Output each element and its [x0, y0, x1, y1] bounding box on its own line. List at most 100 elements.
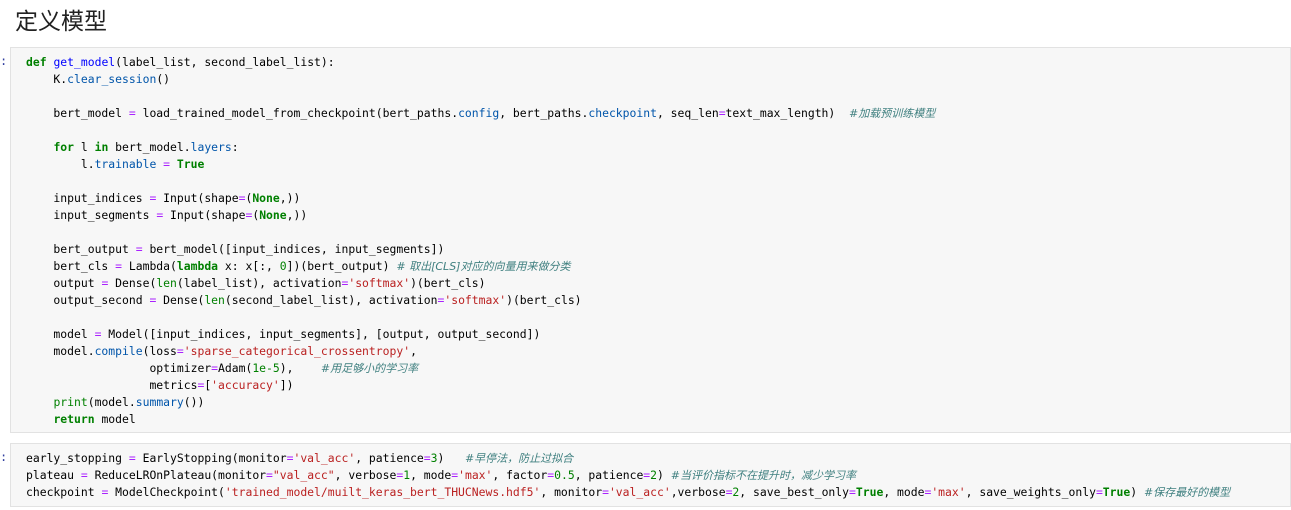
code-token: , patience [574, 468, 644, 482]
code-token: get_model [53, 55, 116, 69]
code-token: , save_best_only [739, 485, 850, 499]
code-token: ,verbose [670, 485, 726, 499]
code-token: optimizer [26, 361, 212, 375]
code-line: output = Dense(len(label_list), activati… [26, 275, 935, 292]
code-token: 1e-5 [252, 361, 280, 375]
code-token: #当评价指标不在提升时，减少学习率 [670, 469, 856, 482]
code-editor[interactable]: def get_model(label_list, second_label_l… [26, 54, 935, 428]
code-token: (loss [142, 344, 177, 358]
cell-prompt: : [0, 450, 8, 464]
code-token: text_max_length) [725, 106, 849, 120]
code-line: print(model.summary()) [26, 394, 935, 411]
code-line: input_segments = Input(shape=(None,)) [26, 207, 935, 224]
code-token: x: x[:, [218, 259, 280, 273]
code-token: = [849, 485, 856, 499]
code-line: metrics=['accuracy']) [26, 377, 935, 394]
code-token: #用足够小的学习率 [320, 362, 419, 375]
code-token: model [26, 327, 95, 341]
code-token: ) [437, 451, 465, 465]
code-token: 'softmax' [348, 276, 411, 290]
code-token: bert_model([input_indices, input_segment… [142, 242, 445, 256]
code-token: ), [279, 361, 321, 375]
code-token: 'val_acc' [293, 451, 356, 465]
code-token: #早停法，防止过拟合 [464, 452, 574, 465]
code-line: optimizer=Adam(1e-5), #用足够小的学习率 [26, 360, 935, 377]
code-token: )(bert_cls) [506, 293, 582, 307]
code-token: model [94, 412, 136, 426]
code-line: early_stopping = EarlyStopping(monitor='… [26, 450, 1230, 467]
code-token: trainable [94, 157, 157, 171]
code-token: = [718, 106, 726, 120]
code-token: (second_label_list), activation [224, 293, 438, 307]
code-token: = [1095, 485, 1103, 499]
code-token: = [115, 259, 123, 273]
code-line: model.compile(loss='sparse_categorical_c… [26, 343, 935, 360]
code-token: model. [26, 344, 95, 358]
code-token: #加载预训练模型 [849, 107, 936, 120]
code-token: = [266, 468, 273, 482]
code-editor[interactable]: early_stopping = EarlyStopping(monitor='… [26, 450, 1230, 501]
code-token: , patience [355, 451, 424, 465]
code-token: = [80, 468, 88, 482]
code-line: bert_model = load_trained_model_from_che… [26, 105, 935, 122]
code-token: config [458, 106, 500, 120]
code-cell-define-model[interactable]: def get_model(label_list, second_label_l… [10, 47, 1291, 433]
code-token: = [163, 157, 171, 171]
code-token: ModelCheckpoint( [108, 485, 225, 499]
code-token: 0 [279, 259, 287, 273]
code-token: (label_list), activation [176, 276, 342, 290]
code-token: len [204, 293, 225, 307]
code-token: Dense( [108, 276, 157, 290]
code-cell-callbacks[interactable]: early_stopping = EarlyStopping(monitor='… [10, 443, 1291, 507]
code-token: layers [190, 140, 232, 154]
code-token: = [423, 451, 431, 465]
code-token: Adam( [218, 361, 253, 375]
code-token: (label_list, second_label_list): [115, 55, 335, 69]
code-token: , mode [883, 485, 925, 499]
code-token: Dense( [156, 293, 205, 307]
code-token: lambda [176, 259, 219, 273]
code-token: ]) [279, 378, 294, 392]
code-token: l [74, 140, 95, 154]
code-line: for l in bert_model.layers: [26, 139, 935, 156]
code-token: True [1102, 485, 1131, 499]
cell-prompt: : [0, 54, 8, 68]
code-token: 2 [650, 468, 658, 482]
code-token: ,)) [279, 191, 301, 205]
code-token: (model. [87, 395, 136, 409]
code-token: = [602, 485, 609, 499]
code-token: True [176, 157, 205, 171]
code-token: ,)) [286, 208, 308, 222]
code-token: load_trained_model_from_checkpoint(bert_… [135, 106, 459, 120]
code-line: output_second = Dense(len(second_label_l… [26, 292, 935, 309]
code-line: checkpoint = ModelCheckpoint('trained_mo… [26, 484, 1230, 501]
code-token: "val_acc" [272, 468, 335, 482]
code-token: = [211, 361, 219, 375]
code-token: )(bert_cls) [410, 276, 486, 290]
code-line: bert_cls = Lambda(lambda x: x[:, 0])(ber… [26, 258, 935, 275]
code-token: ) [657, 468, 671, 482]
code-line: input_indices = Input(shape=(None,)) [26, 190, 935, 207]
code-line: def get_model(label_list, second_label_l… [26, 54, 935, 71]
code-token: , save_weights_only [965, 485, 1096, 499]
code-token: bert_output [26, 242, 136, 256]
code-token: 'max' [458, 468, 493, 482]
code-token: bert_model [26, 106, 129, 120]
code-token: , seq_len [656, 106, 719, 120]
code-token: output_second [26, 293, 150, 307]
code-token: , mode [410, 468, 452, 482]
code-token: print [53, 395, 88, 409]
code-token: 'val_acc' [608, 485, 671, 499]
code-token: None [252, 191, 280, 205]
code-token: , [410, 344, 417, 358]
code-token: = [128, 451, 136, 465]
code-token: clear_session [67, 72, 157, 86]
code-token: len [156, 276, 177, 290]
code-line: bert_output = bert_model([input_indices,… [26, 241, 935, 258]
code-token: None [259, 208, 287, 222]
